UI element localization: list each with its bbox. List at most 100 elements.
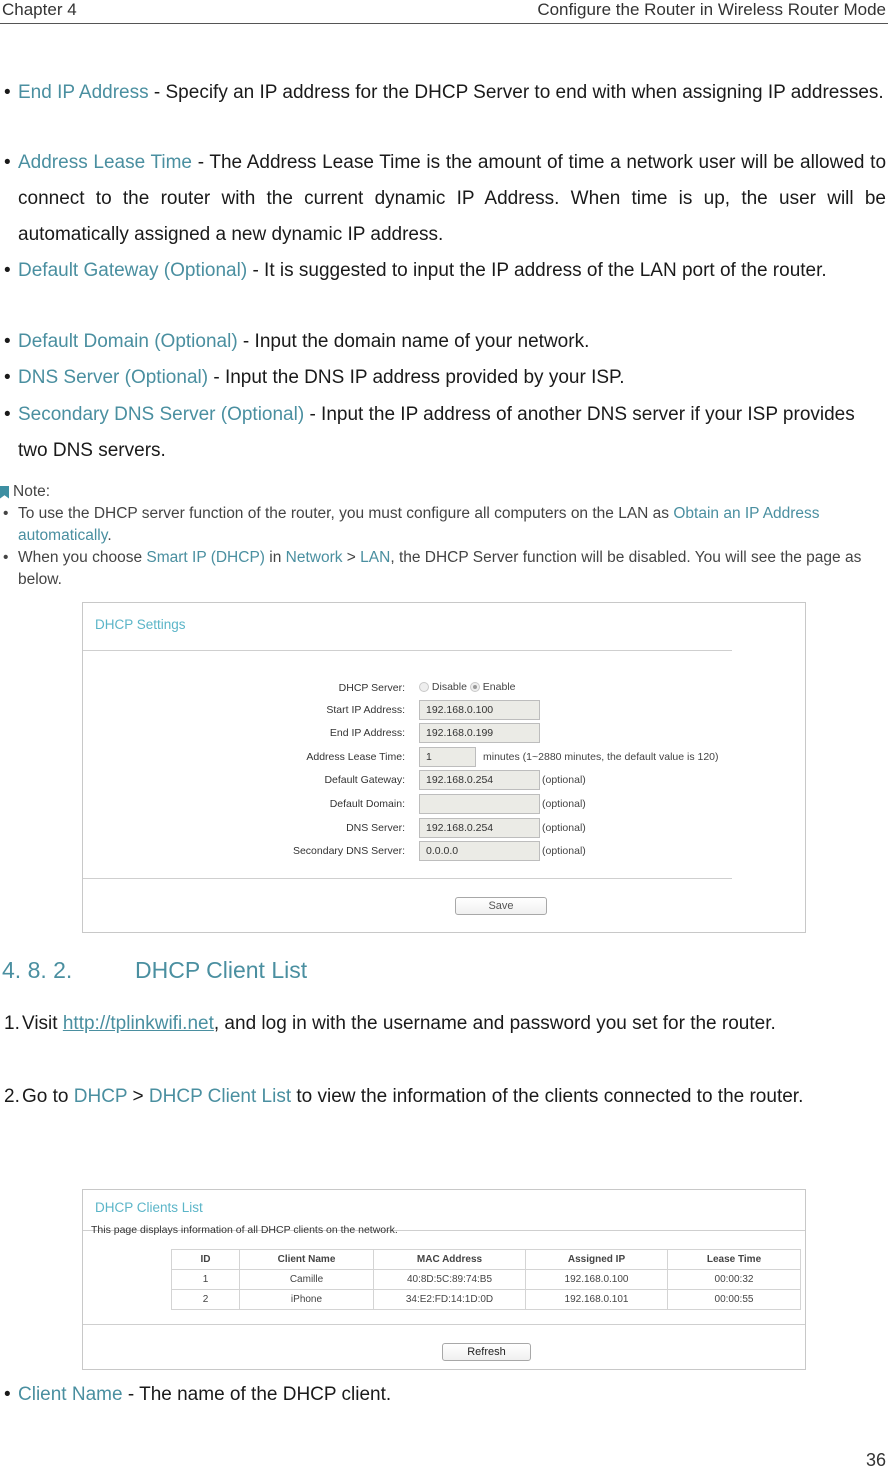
note-link-lan: LAN bbox=[360, 549, 391, 566]
cell-client-name: Camille bbox=[239, 1269, 374, 1290]
bullet-term: Default Gateway (Optional) bbox=[18, 260, 248, 281]
bullet-dns-server: • DNS Server (Optional) - Input the DNS … bbox=[0, 360, 886, 396]
panel-title: DHCP Clients List bbox=[95, 1200, 203, 1215]
panel-title: DHCP Settings bbox=[95, 617, 186, 632]
table-row: 1 Camille 40:8D:5C:89:74:B5 192.168.0.10… bbox=[171, 1269, 801, 1290]
disable-radio[interactable] bbox=[419, 682, 429, 693]
divider bbox=[83, 650, 732, 651]
step-text: Visit bbox=[22, 1013, 63, 1034]
default-gateway-label: Default Gateway: bbox=[324, 774, 405, 786]
cell-mac: 34:E2:FD:14:1D:0D bbox=[373, 1289, 526, 1310]
note-item: • To use the DHCP server function of the… bbox=[0, 503, 888, 547]
chapter-label: Chapter 4 bbox=[2, 0, 77, 19]
bullet-dot: • bbox=[3, 549, 9, 566]
tplinkwifi-link[interactable]: http://tplinkwifi.net bbox=[63, 1013, 214, 1034]
client-table: ID Client Name MAC Address Assigned IP L… bbox=[171, 1249, 801, 1310]
cell-lease: 00:00:55 bbox=[667, 1289, 801, 1310]
step-text: > bbox=[127, 1086, 149, 1107]
note-text: When you choose bbox=[18, 549, 147, 566]
column-header: ID bbox=[171, 1249, 240, 1270]
note-text: . bbox=[107, 527, 112, 544]
optional-hint: (optional) bbox=[542, 822, 586, 834]
menu-dhcp: DHCP bbox=[73, 1086, 128, 1107]
dns-server-label: DNS Server: bbox=[346, 822, 405, 834]
dhcp-server-label: DHCP Server: bbox=[338, 682, 405, 694]
dhcp-clients-panel: DHCP Clients List This page displays inf… bbox=[82, 1189, 806, 1370]
secondary-dns-label: Secondary DNS Server: bbox=[292, 845, 405, 857]
enable-label: Enable bbox=[482, 681, 516, 693]
step-number: 1. bbox=[4, 1013, 20, 1034]
bullet-term: Address Lease Time bbox=[18, 152, 193, 173]
description-text: This page displays information of all DH… bbox=[91, 1224, 398, 1236]
cell-ip: 192.168.0.101 bbox=[525, 1289, 668, 1310]
refresh-button[interactable]: Refresh bbox=[442, 1343, 531, 1361]
bullet-text: - Input the DNS IP address provided by y… bbox=[208, 367, 625, 388]
cell-id: 1 bbox=[171, 1269, 240, 1290]
dhcp-settings-panel: DHCP Settings DHCP Server: Disable Enabl… bbox=[82, 602, 806, 933]
table-header-row: ID Client Name MAC Address Assigned IP L… bbox=[171, 1249, 801, 1270]
start-ip-input[interactable]: 192.168.0.100 bbox=[419, 700, 540, 720]
cell-client-name: iPhone bbox=[239, 1289, 374, 1310]
save-button[interactable]: Save bbox=[455, 897, 547, 915]
default-domain-input[interactable] bbox=[419, 794, 540, 814]
bullet-text: - Specify an IP address for the DHCP Ser… bbox=[148, 82, 884, 103]
bullet-dot: • bbox=[4, 260, 11, 281]
cell-lease: 00:00:32 bbox=[667, 1269, 801, 1290]
step-text: Go to bbox=[22, 1086, 74, 1107]
column-header: Client Name bbox=[239, 1249, 374, 1270]
cell-id: 2 bbox=[171, 1289, 240, 1310]
bullet-dot: • bbox=[4, 367, 11, 388]
end-ip-label: End IP Address: bbox=[329, 727, 405, 739]
default-gateway-input[interactable]: 192.168.0.254 bbox=[419, 770, 540, 790]
bullet-end-ip: • End IP Address - Specify an IP address… bbox=[0, 75, 886, 111]
bullet-term: Default Domain (Optional) bbox=[18, 331, 238, 352]
bullet-dot: • bbox=[4, 404, 11, 425]
bullet-lease-time: • Address Lease Time - The Address Lease… bbox=[0, 145, 886, 253]
table-row: 2 iPhone 34:E2:FD:14:1D:0D 192.168.0.101… bbox=[171, 1289, 801, 1310]
optional-hint: (optional) bbox=[542, 845, 586, 857]
bullet-term: Secondary DNS Server (Optional) bbox=[18, 404, 305, 425]
secondary-dns-input[interactable]: 0.0.0.0 bbox=[419, 841, 540, 861]
note-text: > bbox=[342, 549, 361, 566]
divider bbox=[83, 1324, 805, 1325]
lease-time-hint: minutes (1~2880 minutes, the default val… bbox=[483, 751, 719, 763]
bullet-dot: • bbox=[4, 1384, 11, 1405]
dns-server-input[interactable]: 192.168.0.254 bbox=[419, 818, 540, 838]
enable-radio[interactable] bbox=[469, 682, 480, 693]
bullet-dot: • bbox=[4, 82, 11, 103]
bullet-default-gateway: • Default Gateway (Optional) - It is sug… bbox=[0, 253, 886, 289]
section-number: 4. 8. 2. bbox=[2, 957, 73, 983]
bookmark-icon bbox=[0, 485, 9, 499]
bullet-term: End IP Address bbox=[18, 82, 149, 103]
bullet-text: - The name of the DHCP client. bbox=[122, 1384, 392, 1405]
bullet-default-domain: • Default Domain (Optional) - Input the … bbox=[0, 324, 886, 360]
lease-time-input[interactable]: 1 bbox=[419, 747, 476, 767]
end-ip-input[interactable]: 192.168.0.199 bbox=[419, 723, 540, 743]
lease-time-label: Address Lease Time: bbox=[306, 751, 405, 763]
step-2: 2. Go to DHCP > DHCP Client List to view… bbox=[0, 1079, 886, 1115]
column-header: MAC Address bbox=[373, 1249, 526, 1270]
menu-dhcp-client-list: DHCP Client List bbox=[148, 1086, 292, 1107]
column-header: Lease Time bbox=[667, 1249, 801, 1270]
note-link-network: Network bbox=[285, 549, 343, 566]
page-header: Chapter 4 Configure the Router in Wirele… bbox=[0, 0, 888, 24]
bullet-dot: • bbox=[4, 331, 11, 352]
bullet-dot: • bbox=[3, 505, 9, 522]
start-ip-label: Start IP Address: bbox=[326, 704, 405, 716]
bullet-text: - It is suggested to input the IP addres… bbox=[247, 260, 827, 281]
column-header: Assigned IP bbox=[525, 1249, 668, 1270]
cell-mac: 40:8D:5C:89:74:B5 bbox=[373, 1269, 526, 1290]
optional-hint: (optional) bbox=[542, 774, 586, 786]
bullet-client-name: • Client Name - The name of the DHCP cli… bbox=[0, 1377, 886, 1413]
chapter-title: Configure the Router in Wireless Router … bbox=[537, 0, 886, 19]
section-heading: 4. 8. 2. DHCP Client List bbox=[2, 957, 307, 984]
dhcp-server-radio-group: Disable Enable bbox=[419, 681, 516, 693]
bullet-term: DNS Server (Optional) bbox=[18, 367, 209, 388]
note-link-smart-ip: Smart IP (DHCP) bbox=[146, 549, 265, 566]
cell-ip: 192.168.0.100 bbox=[525, 1269, 668, 1290]
bullet-term: Client Name bbox=[18, 1384, 123, 1405]
step-text: , and log in with the username and passw… bbox=[213, 1013, 776, 1034]
note-title: Note: bbox=[13, 483, 51, 500]
step-text: to view the information of the clients c… bbox=[291, 1086, 804, 1107]
disable-label: Disable bbox=[431, 681, 467, 693]
